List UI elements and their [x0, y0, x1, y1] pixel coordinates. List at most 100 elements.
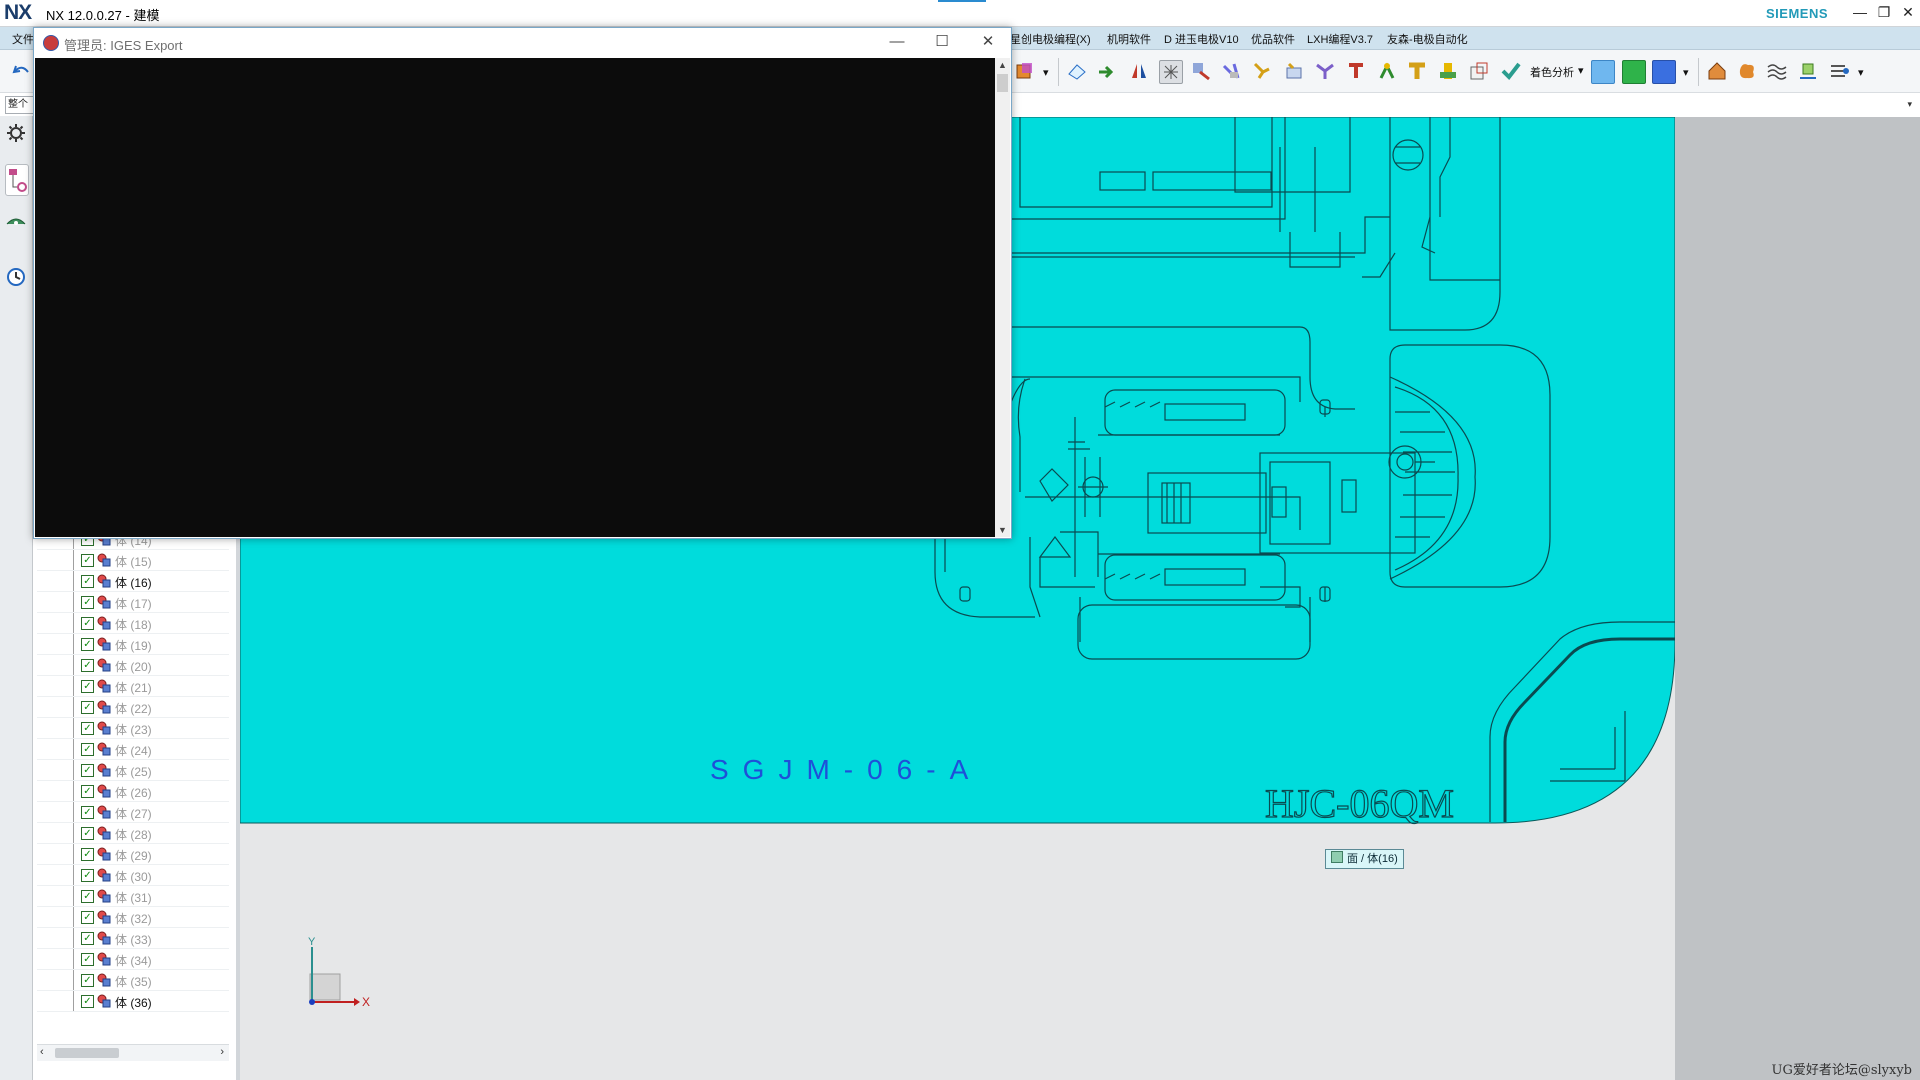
tree-row[interactable]: ✓ 体 (15) — [37, 550, 229, 571]
iges-export-dialog[interactable]: 管理员: IGES Export — ☐ ✕ ▲ ▼ — [33, 27, 1012, 539]
visibility-checkbox[interactable]: ✓ — [81, 827, 94, 840]
tree-row[interactable]: ✓ 体 (22) — [37, 697, 229, 718]
visibility-checkbox[interactable]: ✓ — [81, 974, 94, 987]
dialog-maximize-button[interactable]: ☐ — [930, 32, 954, 52]
visibility-checkbox[interactable]: ✓ — [81, 995, 94, 1008]
tree-row[interactable]: ✓ 体 (23) — [37, 718, 229, 739]
console-vscrollbar[interactable]: ▲ ▼ — [995, 58, 1010, 537]
visibility-checkbox[interactable]: ✓ — [81, 806, 94, 819]
minimize-button[interactable]: — — [1850, 3, 1870, 21]
history-clock-icon[interactable] — [5, 266, 27, 288]
visibility-checkbox[interactable]: ✓ — [81, 575, 94, 588]
tree-row[interactable]: ✓ 体 (25) — [37, 760, 229, 781]
electrode-icon-7[interactable] — [1376, 60, 1398, 82]
settings-gear-icon[interactable] — [5, 122, 27, 144]
scroll-thumb[interactable] — [55, 1048, 119, 1058]
scroll-up-icon[interactable]: ▲ — [998, 60, 1007, 70]
tree-row[interactable]: ✓ 体 (31) — [37, 886, 229, 907]
mirror-icon[interactable] — [1128, 60, 1150, 82]
visibility-checkbox[interactable]: ✓ — [81, 722, 94, 735]
tree-row[interactable]: ✓ 体 (26) — [37, 781, 229, 802]
visibility-checkbox[interactable]: ✓ — [81, 764, 94, 777]
electrode-icon-5[interactable] — [1314, 60, 1336, 82]
waves-icon[interactable] — [1766, 60, 1788, 82]
visibility-checkbox[interactable]: ✓ — [81, 785, 94, 798]
visibility-checkbox[interactable]: ✓ — [81, 596, 94, 609]
visibility-checkbox[interactable]: ✓ — [81, 617, 94, 630]
check-icon[interactable] — [1500, 60, 1522, 82]
menu-youpin[interactable]: 优品软件 — [1251, 31, 1295, 47]
visibility-checkbox[interactable]: ✓ — [81, 869, 94, 882]
dialog-title-bar[interactable]: 管理员: IGES Export — ☐ ✕ — [34, 28, 1011, 57]
visualization-eye-icon[interactable] — [5, 212, 27, 234]
grid-icon[interactable] — [1159, 60, 1183, 84]
scroll-right-icon[interactable]: › — [220, 1046, 224, 1058]
visibility-checkbox[interactable]: ✓ — [81, 659, 94, 672]
visibility-checkbox[interactable]: ✓ — [81, 680, 94, 693]
house-icon[interactable] — [1706, 60, 1728, 82]
tree-row[interactable]: ✓ 体 (36) — [37, 991, 229, 1012]
tree-row[interactable]: ✓ 体 (28) — [37, 823, 229, 844]
dropdown-arrow-icon[interactable]: ▾ — [1043, 66, 1049, 79]
electrode-icon-3[interactable] — [1251, 60, 1273, 82]
tree-row[interactable]: ✓ 体 (20) — [37, 655, 229, 676]
tree-row[interactable]: ✓ 体 (21) — [37, 676, 229, 697]
layers-icon[interactable] — [1828, 60, 1850, 82]
shading-dropdown-icon[interactable]: ▾ — [1578, 64, 1584, 77]
part-navigator-icon[interactable] — [5, 164, 29, 196]
menu-jiming[interactable]: 机明软件 — [1107, 31, 1151, 47]
tree-row[interactable]: ✓ 体 (34) — [37, 949, 229, 970]
measure-icon[interactable] — [1797, 60, 1819, 82]
navigator-hscrollbar[interactable]: ‹ › — [37, 1044, 229, 1061]
tree-row[interactable]: ✓ 体 (27) — [37, 802, 229, 823]
tree-row[interactable]: ✓ 体 (16) — [37, 571, 229, 592]
tree-row[interactable]: ✓ 体 (33) — [37, 928, 229, 949]
visibility-checkbox[interactable]: ✓ — [81, 932, 94, 945]
electrode-icon-10[interactable] — [1468, 60, 1490, 82]
color-swatch-green[interactable] — [1622, 60, 1646, 84]
visibility-checkbox[interactable]: ✓ — [81, 554, 94, 567]
visibility-checkbox[interactable]: ✓ — [81, 743, 94, 756]
color-swatch-blue[interactable] — [1652, 60, 1676, 84]
dialog-minimize-button[interactable]: — — [885, 32, 909, 52]
visibility-checkbox[interactable]: ✓ — [81, 701, 94, 714]
scroll-left-icon[interactable]: ‹ — [40, 1046, 44, 1058]
electrode-icon-8[interactable] — [1406, 60, 1428, 82]
menu-file[interactable]: 文件 — [12, 31, 34, 47]
tree-row[interactable]: ✓ 体 (32) — [37, 907, 229, 928]
offset-face-icon[interactable] — [1066, 60, 1088, 82]
menu-yousen[interactable]: 友森-电极自动化 — [1387, 31, 1468, 47]
undo-icon[interactable] — [10, 60, 32, 82]
electrode-icon-2[interactable] — [1220, 60, 1242, 82]
scroll-down-icon[interactable]: ▼ — [998, 525, 1007, 535]
visibility-checkbox[interactable]: ✓ — [81, 848, 94, 861]
layers-dropdown-icon[interactable]: ▾ — [1858, 66, 1864, 79]
tree-row[interactable]: ✓ 体 (19) — [37, 634, 229, 655]
color-cube-icon[interactable] — [1014, 60, 1036, 82]
electrode-icon-4[interactable] — [1283, 60, 1305, 82]
console-scroll-thumb[interactable] — [997, 74, 1008, 92]
tree-row[interactable]: ✓ 体 (30) — [37, 865, 229, 886]
electrode-icon-9[interactable] — [1437, 60, 1459, 82]
visibility-checkbox[interactable]: ✓ — [81, 638, 94, 651]
menu-xingchuang[interactable]: 星创电极编程(X) — [1010, 31, 1091, 47]
tree-row[interactable]: ✓ 体 (17) — [37, 592, 229, 613]
extend-icon[interactable] — [1096, 60, 1118, 82]
tree-row[interactable]: ✓ 体 (35) — [37, 970, 229, 991]
color-dropdown-icon[interactable]: ▾ — [1683, 66, 1689, 79]
restore-button[interactable]: ❐ — [1874, 3, 1894, 21]
visibility-checkbox[interactable]: ✓ — [81, 911, 94, 924]
shading-analysis-label[interactable]: 着色分析 — [1530, 64, 1574, 80]
tree-row[interactable]: ✓ 体 (18) — [37, 613, 229, 634]
blob-icon[interactable] — [1736, 60, 1758, 82]
electrode-icon-6[interactable] — [1345, 60, 1367, 82]
dialog-close-button[interactable]: ✕ — [976, 32, 1000, 52]
visibility-checkbox[interactable]: ✓ — [81, 890, 94, 903]
electrode-icon-1[interactable] — [1190, 60, 1212, 82]
menu-lxh[interactable]: LXH编程V3.7 — [1307, 31, 1373, 47]
visibility-checkbox[interactable]: ✓ — [81, 953, 94, 966]
color-swatch-light-blue[interactable] — [1591, 60, 1615, 84]
close-button[interactable]: ✕ — [1898, 3, 1918, 21]
tree-row[interactable]: ✓ 体 (29) — [37, 844, 229, 865]
selbar-expand-icon[interactable]: ▾ — [1907, 99, 1912, 110]
